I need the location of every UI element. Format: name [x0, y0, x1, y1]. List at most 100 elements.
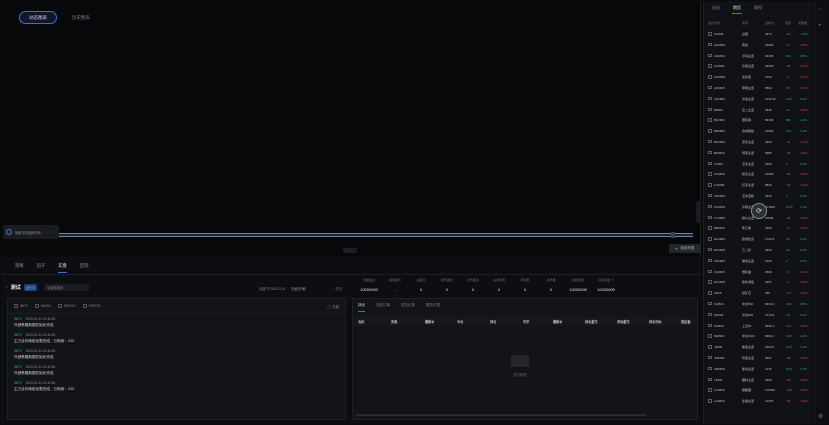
tab-order-history[interactable]: 委托记录 [426, 303, 440, 308]
column-header[interactable]: 保证金 [681, 319, 691, 324]
column-header[interactable]: 买卖 [391, 319, 397, 324]
col-name[interactable]: 名称 [742, 21, 748, 25]
row-checkbox[interactable] [708, 32, 712, 36]
column-header[interactable]: 可平 [523, 319, 529, 324]
row-checkbox[interactable] [708, 377, 712, 381]
checkbox[interactable] [57, 304, 62, 308]
clear-log-button[interactable]: ▢ 清除 [327, 304, 339, 310]
watchlist-row[interactable]: L2605 塑料主连 6650 -20 -0.3% [704, 375, 814, 386]
row-checkbox[interactable] [708, 85, 712, 90]
filter-debug[interactable]: DEBUG [57, 304, 76, 308]
row-checkbox[interactable] [708, 64, 712, 68]
checkbox[interactable] [14, 304, 18, 308]
plus-icon[interactable]: + [818, 23, 822, 29]
col-change-pct[interactable]: 涨跌幅 [798, 21, 807, 25]
watchlist-row[interactable]: BR2603 合成橡胶 12940 170 1.3% [704, 126, 814, 137]
row-checkbox[interactable] [708, 129, 712, 133]
row-checkbox[interactable] [708, 204, 712, 209]
tab-futures[interactable]: 期货 [732, 5, 742, 14]
row-checkbox[interactable] [708, 291, 712, 295]
row-checkbox[interactable] [708, 172, 712, 176]
watchlist-row[interactable]: HC2605 热轧卷板 3297 -9 -0.3% [704, 277, 814, 288]
watchlist-row[interactable]: AG2603 黄金 23000 -11 -0.5% [704, 40, 814, 51]
watchlist-row[interactable]: I2605 铁矿石 786 -2.5 -0.3% [704, 288, 814, 299]
row-checkbox[interactable] [708, 366, 712, 371]
watchlist-row[interactable]: JM2605 焦煤主连 1176 19.5 1.7% [704, 364, 814, 375]
column-header[interactable]: 持仓均价 [649, 319, 662, 324]
watchlist-row[interactable]: EC2604 欧线集运 1763.9 6.5 0.4% [704, 234, 814, 245]
checkbox[interactable] [34, 304, 39, 308]
checkbox[interactable] [82, 304, 87, 308]
row-checkbox[interactable] [708, 183, 712, 187]
watchlist-row[interactable]: C2603 玉米主连 2284 2 0.1% [704, 159, 814, 170]
row-checkbox[interactable] [708, 75, 712, 79]
tab-strategy[interactable]: 策略 [15, 263, 24, 269]
row-checkbox[interactable] [708, 139, 712, 144]
tab-live[interactable]: 实盘 [58, 263, 67, 273]
minus-icon[interactable]: − [818, 7, 822, 13]
tab-factor[interactable]: 因子 [37, 263, 46, 269]
row-checkbox[interactable] [708, 118, 712, 122]
tab-positions[interactable]: 持仓 [358, 303, 365, 312]
watchlist-row[interactable]: IC2603 中证500 8334.2 40.6 0.5% [704, 299, 814, 310]
column-header[interactable]: 最新价 [553, 319, 563, 324]
settings-icon[interactable]: ⚙ [818, 413, 823, 420]
row-checkbox[interactable] [708, 355, 712, 360]
timeline-badge[interactable]: i 最新行情最新时间 [3, 225, 59, 239]
watchlist-row[interactable]: AG2604 沪锌主连 29195 154 0.5% [704, 51, 814, 62]
chart-area[interactable]: 动态图表 历史图表 i 最新行情最新时间 › ⋯ ⇤ 收起列表 [1, 1, 701, 256]
filter-info[interactable]: INFO [14, 304, 28, 308]
watchlist-row[interactable]: CF2605 棉花主连 14605 -95 -0.6% [704, 169, 814, 180]
row-checkbox[interactable] [708, 334, 712, 338]
collapse-list-button[interactable]: ⇤ 收起列表 [669, 244, 701, 253]
row-checkbox[interactable] [708, 42, 712, 47]
row-checkbox[interactable] [708, 399, 712, 403]
contract-select[interactable]: 请选择合约 [44, 284, 90, 291]
row-checkbox[interactable] [708, 258, 712, 263]
row-checkbox[interactable] [708, 312, 712, 317]
col-code[interactable]: 合约代码 [708, 21, 720, 25]
watchlist-row[interactable]: B2603 豆二主连 3346 -15 -0.5% [704, 105, 814, 116]
row-checkbox[interactable] [708, 269, 712, 274]
row-checkbox[interactable] [708, 280, 712, 284]
watchlist-row[interactable]: AP2605 苹果主连 9594 -65 -0.7% [704, 83, 814, 94]
watchlist-row[interactable]: EG2605 乙二醇 3942 14 0.4% [704, 245, 814, 256]
column-header[interactable]: 最新价 [425, 319, 435, 324]
tab-backtest[interactable]: 回测 [80, 263, 89, 269]
watchlist-row[interactable]: FU2605 燃料油 2696 -5 -0.2% [704, 267, 814, 278]
watchlist-row[interactable]: AU2604 沪金主连 1142.02 2.62 0.2% [704, 94, 814, 105]
watchlist-row[interactable]: CS2603 玉米淀粉 2539 7 0.3% [704, 191, 814, 202]
column-header[interactable]: 今仓 [457, 319, 463, 324]
watchlist-row[interactable]: IM2603 中证1000 8303.4 32.8 0.4% [704, 331, 814, 342]
column-header[interactable]: 合约 [358, 319, 364, 324]
row-checkbox[interactable] [708, 107, 712, 112]
watchlist-row[interactable]: AO2605 氧化铝 2752 -3 -0.1% [704, 72, 814, 83]
watchlist-row[interactable]: IH2603 上证50 3042.2 -9.2 -0.3% [704, 321, 814, 332]
watchlist-row[interactable]: AL2603 沪铝主连 24325 -35 -0.1% [704, 61, 814, 72]
tab-options[interactable]: 期权 [754, 5, 762, 11]
tab-history-chart[interactable]: 历史图表 [63, 11, 99, 24]
watchlist-row[interactable]: JD2603 鸡蛋主连 3047 -28 -0.9% [704, 353, 814, 364]
row-checkbox[interactable] [708, 150, 712, 155]
tab-open-orders[interactable]: 当前订单 [376, 303, 390, 308]
filter-warn[interactable]: WARN [34, 304, 51, 308]
watchlist-row[interactable]: FG2605 玻璃主连 1020 2 0.2% [704, 256, 814, 267]
watchlist-row[interactable]: BZ2603 纯苯主连 5985 -28 -0.5% [704, 148, 814, 159]
watchlist-row[interactable]: AG603 白银 4374 -12 -0.3% [704, 29, 814, 40]
col-change[interactable]: 涨跌 [785, 21, 791, 25]
row-checkbox[interactable] [708, 161, 712, 166]
row-checkbox[interactable] [708, 388, 712, 392]
horizontal-scrollbar[interactable] [356, 414, 646, 416]
row-checkbox[interactable] [708, 345, 712, 349]
watchlist-row[interactable]: LH2603 生猪主连 11475 -30 -0.3% [704, 396, 814, 407]
row-checkbox[interactable] [708, 237, 712, 241]
row-checkbox[interactable] [708, 301, 712, 306]
col-price[interactable]: 最新价 [765, 21, 774, 25]
panel-toggle-handle[interactable]: › [696, 201, 701, 223]
resize-handle[interactable]: ⋯ [343, 248, 357, 253]
timeline-scroll-bar[interactable] [3, 233, 693, 237]
filter-error[interactable]: ERROR [82, 304, 100, 308]
back-icon[interactable]: ‹ [6, 285, 8, 291]
row-checkbox[interactable] [708, 53, 712, 58]
row-checkbox[interactable] [708, 96, 712, 101]
